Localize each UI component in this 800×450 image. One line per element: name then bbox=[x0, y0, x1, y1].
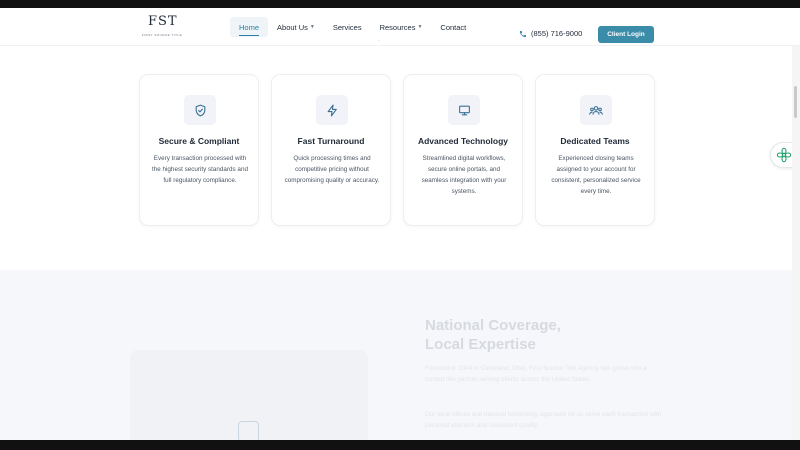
feature-title: Secure & Compliant bbox=[158, 136, 240, 146]
phone-number: (855) 716-9000 bbox=[531, 29, 583, 38]
monitor-icon bbox=[448, 95, 480, 125]
feature-card-fast: Fast Turnaround Quick processing times a… bbox=[271, 74, 391, 226]
nav-services[interactable]: Services bbox=[324, 17, 371, 37]
coverage-heading-line1: National Coverage, bbox=[425, 317, 561, 334]
coverage-section bbox=[0, 270, 792, 440]
client-login-button[interactable]: Client Login bbox=[598, 26, 654, 43]
flower-icon bbox=[776, 147, 792, 163]
site-header: FST FIRST SOURCE TITLE Home About Us ▼ S… bbox=[0, 8, 800, 46]
feature-title: Advanced Technology bbox=[417, 136, 509, 146]
nav-resources[interactable]: Resources ▼ bbox=[371, 17, 432, 37]
feature-title: Fast Turnaround bbox=[297, 136, 365, 146]
nav-resources-label: Resources bbox=[379, 22, 416, 32]
feature-card-secure: Secure & Compliant Every transaction pro… bbox=[139, 74, 259, 226]
site-logo[interactable]: FST FIRST SOURCE TITLE bbox=[140, 14, 184, 42]
scrollbar-thumb[interactable] bbox=[794, 86, 797, 118]
coverage-paragraph: Founded in 2004 in Cleveland, Ohio, Firs… bbox=[425, 365, 647, 383]
nav-home[interactable]: Home bbox=[230, 17, 269, 37]
feature-description: Every transaction processed with the hig… bbox=[152, 155, 248, 184]
logo-tagline: FIRST SOURCE TITLE bbox=[141, 33, 183, 37]
coverage-paragraph: Our local offices and national technolog… bbox=[425, 411, 662, 429]
nav-home-label: Home bbox=[239, 22, 260, 32]
feature-description: Streamlined digital workflows, secure on… bbox=[421, 155, 507, 195]
shield-check-icon bbox=[184, 95, 216, 125]
feature-description: Quick processing times and competitive p… bbox=[284, 155, 380, 184]
map-marker-icon bbox=[238, 421, 259, 442]
chevron-down-icon: ▼ bbox=[417, 24, 423, 30]
coverage-heading: National Coverage, Local Expertise bbox=[425, 316, 561, 354]
nav-about-us[interactable]: About Us ▼ bbox=[268, 17, 324, 37]
feature-title: Dedicated Teams bbox=[560, 136, 630, 146]
coverage-heading-line2: Local Expertise bbox=[425, 336, 536, 353]
feature-description: Experienced closing teams assigned to yo… bbox=[551, 155, 641, 195]
phone-icon bbox=[520, 30, 526, 37]
phone-link[interactable]: (855) 716-9000 bbox=[519, 29, 582, 38]
nav-contact-label: Contact bbox=[440, 22, 467, 32]
nav-about-us-label: About Us bbox=[277, 22, 308, 32]
feature-card-technology: Advanced Technology Streamlined digital … bbox=[403, 74, 523, 226]
lightning-icon bbox=[316, 95, 348, 125]
window-top-bar bbox=[0, 0, 800, 8]
team-icon bbox=[580, 95, 612, 125]
window-bottom-bar bbox=[0, 440, 800, 450]
section-divider-mark: · bbox=[378, 38, 380, 44]
chevron-down-icon: ▼ bbox=[309, 24, 315, 30]
nav-contact[interactable]: Contact bbox=[431, 17, 475, 37]
feature-card-teams: Dedicated Teams Experienced closing team… bbox=[535, 74, 655, 226]
logo-mark: FST bbox=[148, 14, 178, 29]
main-nav: Home About Us ▼ Services Resources ▼ Con… bbox=[230, 17, 475, 37]
nav-services-label: Services bbox=[332, 22, 362, 32]
